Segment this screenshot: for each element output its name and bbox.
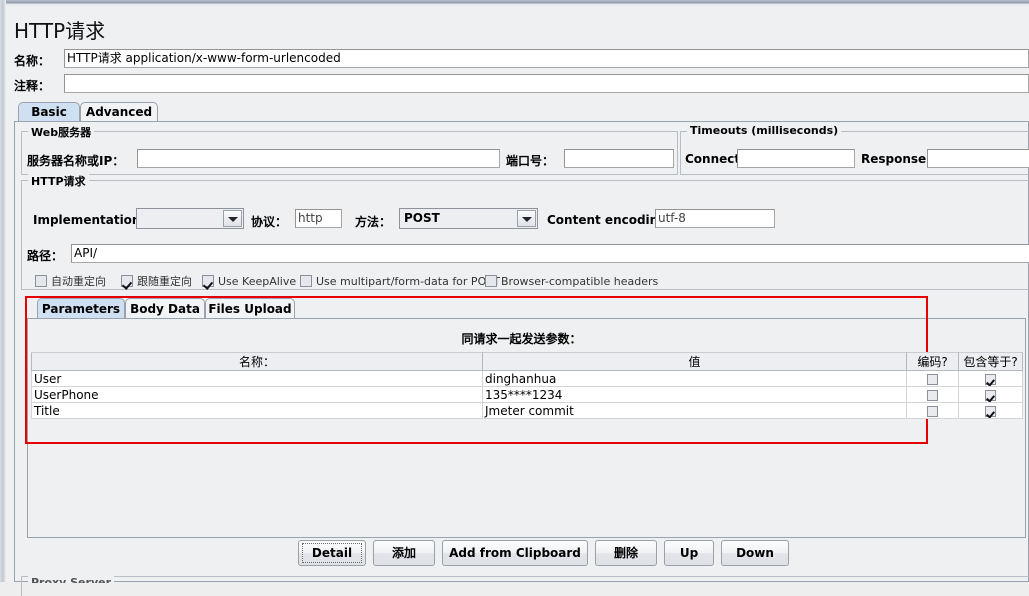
send-parameters-label: 同请求一起发送参数： (461, 332, 582, 346)
cell-encode[interactable] (906, 402, 959, 419)
chevron-down-icon (521, 216, 532, 222)
delete-button-label: 删除 (613, 546, 638, 560)
checkbox-box[interactable] (300, 275, 312, 287)
table-row[interactable]: User dinghanhua (31, 370, 1023, 387)
implementation-combo[interactable] (136, 208, 244, 229)
checkbox-follow-redirect[interactable]: 跟随重定向 (121, 274, 192, 288)
connect-timeout-input[interactable] (737, 149, 855, 168)
encode-checkbox[interactable] (927, 405, 938, 417)
chevron-down-icon (227, 216, 238, 222)
checkbox-use-multipart[interactable]: Use multipart/form-data for POST (300, 274, 500, 288)
main-tabstrip: Basic Advanced (14, 102, 1029, 122)
checkbox-label: Use multipart/form-data for POST (316, 274, 500, 288)
method-combo[interactable]: POST (399, 208, 538, 229)
port-label: 端口号： (506, 154, 555, 168)
cell-value[interactable]: 135****1234 (482, 386, 907, 403)
checkbox-label: 自动重定向 (51, 275, 106, 288)
web-server-group-title: Web服务器 (28, 124, 95, 140)
response-timeout-input[interactable] (927, 149, 1029, 168)
path-input[interactable]: API/ (71, 244, 1029, 263)
tab-basic[interactable]: Basic (18, 102, 80, 122)
detail-button[interactable]: Detail (298, 540, 366, 566)
checkbox-label: Browser-compatible headers (501, 274, 659, 288)
checkbox-auto-redirect[interactable]: 自动重定向 (35, 274, 106, 288)
basic-tab-content: Web服务器 服务器名称或IP： 端口号： Timeouts (millisec… (14, 122, 1029, 596)
checkbox-box[interactable] (202, 275, 214, 287)
cell-value[interactable]: dinghanhua (482, 370, 907, 387)
cell-include-equals[interactable] (958, 370, 1023, 387)
tab-advanced[interactable]: Advanced (80, 102, 158, 122)
connect-timeout-label: Connect: (685, 152, 745, 166)
checkbox-box[interactable] (485, 275, 497, 287)
proxy-server-group: Proxy Server (21, 576, 1029, 596)
cell-encode[interactable] (906, 386, 959, 403)
delete-button[interactable]: 删除 (595, 540, 657, 566)
comment-label: 注释： (14, 79, 51, 93)
encode-checkbox[interactable] (927, 389, 938, 401)
include-equals-checkbox[interactable] (985, 373, 996, 385)
server-name-input[interactable] (137, 149, 500, 168)
table-row[interactable]: Title Jmeter commit (31, 402, 1023, 419)
method-arrow-box[interactable] (517, 210, 536, 227)
implementation-label: Implementation: (33, 213, 146, 227)
down-button[interactable]: Down (721, 540, 789, 566)
column-header-encode[interactable]: 编码? (906, 352, 959, 371)
content-encoding-label: Content encoding: (547, 213, 672, 227)
timeouts-group-title: Timeouts (milliseconds) (687, 124, 842, 137)
cell-name[interactable]: UserPhone (31, 386, 483, 403)
content-encoding-input[interactable]: utf-8 (655, 209, 775, 228)
page-title: HTTP请求 (14, 19, 106, 43)
checkbox-box[interactable] (121, 275, 133, 287)
checkbox-box[interactable] (35, 275, 47, 287)
include-equals-checkbox[interactable] (985, 405, 996, 417)
comment-input[interactable] (64, 74, 1029, 93)
window-chrome-top (0, 0, 1029, 7)
parameters-table: 名称： 值 编码? 包含等于? User dinghanhua UserPhon (31, 352, 1023, 419)
http-request-group-title: HTTP请求 (28, 173, 89, 189)
implementation-arrow-box[interactable] (223, 210, 242, 227)
protocol-input[interactable]: http (295, 209, 342, 228)
response-timeout-label: Response: (861, 152, 931, 166)
include-equals-checkbox[interactable] (985, 389, 996, 401)
server-name-label: 服务器名称或IP： (27, 154, 125, 168)
add-from-clipboard-button-label: Add from Clipboard (449, 546, 581, 560)
add-button[interactable]: 添加 (373, 540, 435, 566)
checkbox-use-keepalive[interactable]: Use KeepAlive (202, 274, 296, 288)
column-header-name[interactable]: 名称： (31, 352, 483, 371)
down-button-label: Down (736, 546, 774, 560)
protocol-label: 协议： (251, 215, 288, 229)
method-value: POST (404, 211, 440, 225)
http-request-panel: HTTP请求 名称： HTTP请求 application/x-www-form… (6, 7, 1029, 596)
up-button[interactable]: Up (664, 540, 714, 566)
up-button-label: Up (679, 546, 699, 560)
add-button-label: 添加 (391, 546, 416, 560)
checkbox-browser-compatible-headers[interactable]: Browser-compatible headers (485, 274, 658, 288)
port-input[interactable] (564, 149, 674, 168)
checkbox-label: 跟随重定向 (137, 275, 192, 288)
table-row[interactable]: UserPhone 135****1234 (31, 386, 1023, 403)
method-label: 方法： (355, 215, 392, 229)
cell-include-equals[interactable] (958, 386, 1023, 403)
cell-name[interactable]: User (31, 370, 483, 387)
column-header-include-equals[interactable]: 包含等于? (958, 352, 1023, 371)
cell-value[interactable]: Jmeter commit (482, 402, 907, 419)
column-header-value[interactable]: 值 (482, 352, 907, 371)
name-label: 名称： (14, 54, 51, 68)
checkbox-label: Use KeepAlive (218, 274, 297, 288)
cell-include-equals[interactable] (958, 402, 1023, 419)
cell-encode[interactable] (906, 370, 959, 387)
name-input[interactable]: HTTP请求 application/x-www-form-urlencoded (64, 49, 1029, 68)
jmeter-http-request-window: HTTP请求 名称： HTTP请求 application/x-www-form… (0, 0, 1029, 596)
add-from-clipboard-button[interactable]: Add from Clipboard (442, 540, 588, 566)
path-label: 路径： (27, 249, 64, 263)
table-header-row: 名称： 值 编码? 包含等于? (31, 352, 1023, 371)
encode-checkbox[interactable] (927, 373, 938, 385)
cell-name[interactable]: Title (31, 402, 483, 419)
